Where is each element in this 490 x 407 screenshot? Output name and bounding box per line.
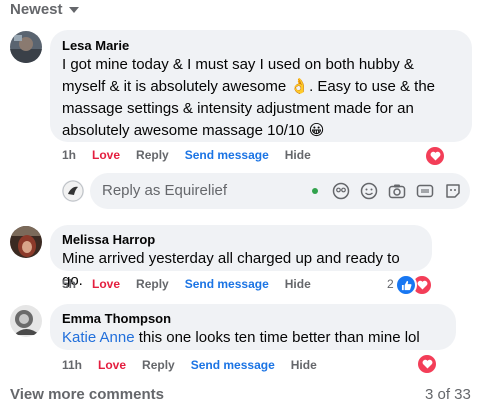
sticker-icon[interactable] xyxy=(444,182,462,200)
hide-button[interactable]: Hide xyxy=(285,277,311,291)
comment-author[interactable]: Melissa Harrop xyxy=(62,231,420,248)
love-button[interactable]: Love xyxy=(92,148,120,162)
comment-actions: 11h Love Reply Send message Hide xyxy=(62,358,333,372)
page-avatar[interactable] xyxy=(62,180,84,202)
chevron-down-icon xyxy=(68,7,79,13)
love-reaction-icon[interactable] xyxy=(416,353,438,375)
reply-placeholder: Reply as Equirelief xyxy=(102,182,228,199)
love-button[interactable]: Love xyxy=(98,358,126,372)
online-dot xyxy=(312,188,318,194)
comment-line: I got mine today & I must say I used on … xyxy=(62,56,414,73)
comment-author[interactable]: Lesa Marie xyxy=(62,37,460,54)
reply-button[interactable]: Reply xyxy=(136,148,169,162)
gif-icon[interactable] xyxy=(416,182,434,200)
reply-button[interactable]: Reply xyxy=(136,277,169,291)
comment-text-line: Katie Anne this one looks ten time bette… xyxy=(62,327,444,349)
avatar[interactable] xyxy=(10,31,42,63)
comment-actions: 1h Love Reply Send message Hide xyxy=(62,148,327,162)
hide-button[interactable]: Hide xyxy=(291,358,317,372)
comment-line: massage settings & intensity adjustment … xyxy=(62,100,414,117)
emoji-icon[interactable] xyxy=(360,182,378,200)
comment-time[interactable]: 11h xyxy=(62,358,82,372)
comment-text: this one looks ten time better than mine… xyxy=(134,329,420,346)
comment-bubble: Emma Thompson Katie Anne this one looks … xyxy=(50,304,456,350)
comment-bubble: Lesa Marie I got mine today & I must say… xyxy=(50,30,472,142)
reply-input[interactable]: Reply as Equirelief xyxy=(90,173,470,209)
reply-button[interactable]: Reply xyxy=(142,358,175,372)
comment-line: myself & it is absolutely awesome 👌. Eas… xyxy=(62,78,436,95)
send-message-button[interactable]: Send message xyxy=(185,148,269,162)
comment-bubble: Melissa Harrop Mine arrived yesterday al… xyxy=(50,225,432,289)
send-message-button[interactable]: Send message xyxy=(185,277,269,291)
sort-label: Newest xyxy=(10,0,63,18)
avatar[interactable] xyxy=(10,305,42,337)
avatar-sticker-icon[interactable] xyxy=(332,182,350,200)
love-reaction-icon[interactable] xyxy=(424,145,446,167)
comment-time[interactable]: 1h xyxy=(62,148,76,162)
comment-time[interactable]: 5h xyxy=(62,277,76,291)
love-button[interactable]: Love xyxy=(92,277,120,291)
comment-author[interactable]: Emma Thompson xyxy=(62,310,444,327)
hide-button[interactable]: Hide xyxy=(285,148,311,162)
like-reaction-icon[interactable] xyxy=(395,274,417,296)
comment-line: absolutely awesome massage 10/10 😀 xyxy=(62,122,325,139)
comment-pager: 3 of 33 xyxy=(425,386,471,403)
camera-icon[interactable] xyxy=(388,182,406,200)
send-message-button[interactable]: Send message xyxy=(191,358,275,372)
avatar[interactable] xyxy=(10,226,42,258)
reaction-count[interactable]: 2 xyxy=(387,277,394,291)
mention-link[interactable]: Katie Anne xyxy=(62,329,135,346)
view-more-comments-link[interactable]: View more comments xyxy=(10,386,164,403)
comment-actions: 5h Love Reply Send message Hide xyxy=(62,277,327,291)
sort-dropdown[interactable]: Newest xyxy=(10,0,79,18)
